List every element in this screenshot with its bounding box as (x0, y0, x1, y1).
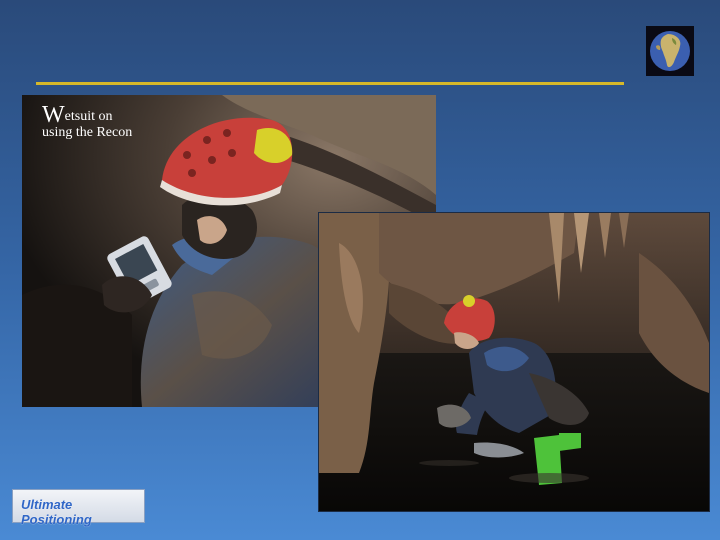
company-logo: Ultimate Positioning (12, 489, 145, 527)
title-underline (36, 82, 624, 85)
cave-photo-crouching (318, 212, 710, 512)
logo-text: Ultimate Positioning (21, 497, 92, 527)
caption-line1: etsuit on (64, 109, 113, 124)
caption-line2: using the Recon (42, 125, 133, 140)
photo-caption: Wetsuit on using the Recon (42, 103, 182, 141)
globe-icon (646, 26, 694, 76)
